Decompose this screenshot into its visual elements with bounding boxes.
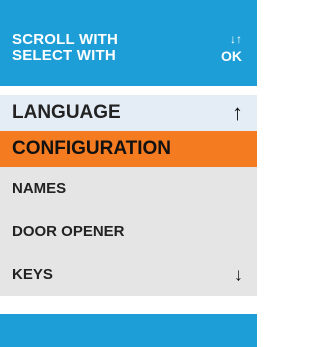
menu-item-label: CONFIGURATION bbox=[12, 138, 172, 159]
settings-menu: LANGUAGE ↑ CONFIGURATION NAMES DOOR OPEN… bbox=[0, 95, 257, 296]
menu-item-configuration[interactable]: CONFIGURATION bbox=[0, 131, 257, 167]
menu-item-language[interactable]: LANGUAGE ↑ bbox=[0, 95, 257, 131]
intercom-display: SCROLL WITH SELECT WITH ↓↑ OK LANGUAGE ↑… bbox=[0, 0, 257, 347]
scroll-down-arrow-icon[interactable]: ↓ bbox=[234, 264, 243, 285]
select-hint-text: SELECT WITH bbox=[12, 47, 116, 64]
menu-item-label: LANGUAGE bbox=[12, 102, 121, 123]
footer-bar bbox=[0, 314, 257, 347]
menu-item-label: KEYS bbox=[12, 266, 53, 283]
menu-item-label: NAMES bbox=[12, 180, 67, 197]
ok-key-label: OK bbox=[221, 48, 242, 64]
scroll-hint-text: SCROLL WITH bbox=[12, 31, 119, 48]
scroll-up-arrow-icon[interactable]: ↑ bbox=[232, 100, 243, 126]
scroll-arrows-icon: ↓↑ bbox=[230, 32, 242, 46]
menu-item-door-opener[interactable]: DOOR OPENER bbox=[0, 210, 257, 253]
menu-item-label: DOOR OPENER bbox=[12, 223, 125, 240]
help-header: SCROLL WITH SELECT WITH ↓↑ OK bbox=[0, 0, 257, 86]
menu-item-names[interactable]: NAMES bbox=[0, 167, 257, 210]
menu-item-keys[interactable]: KEYS ↓ bbox=[0, 253, 257, 296]
